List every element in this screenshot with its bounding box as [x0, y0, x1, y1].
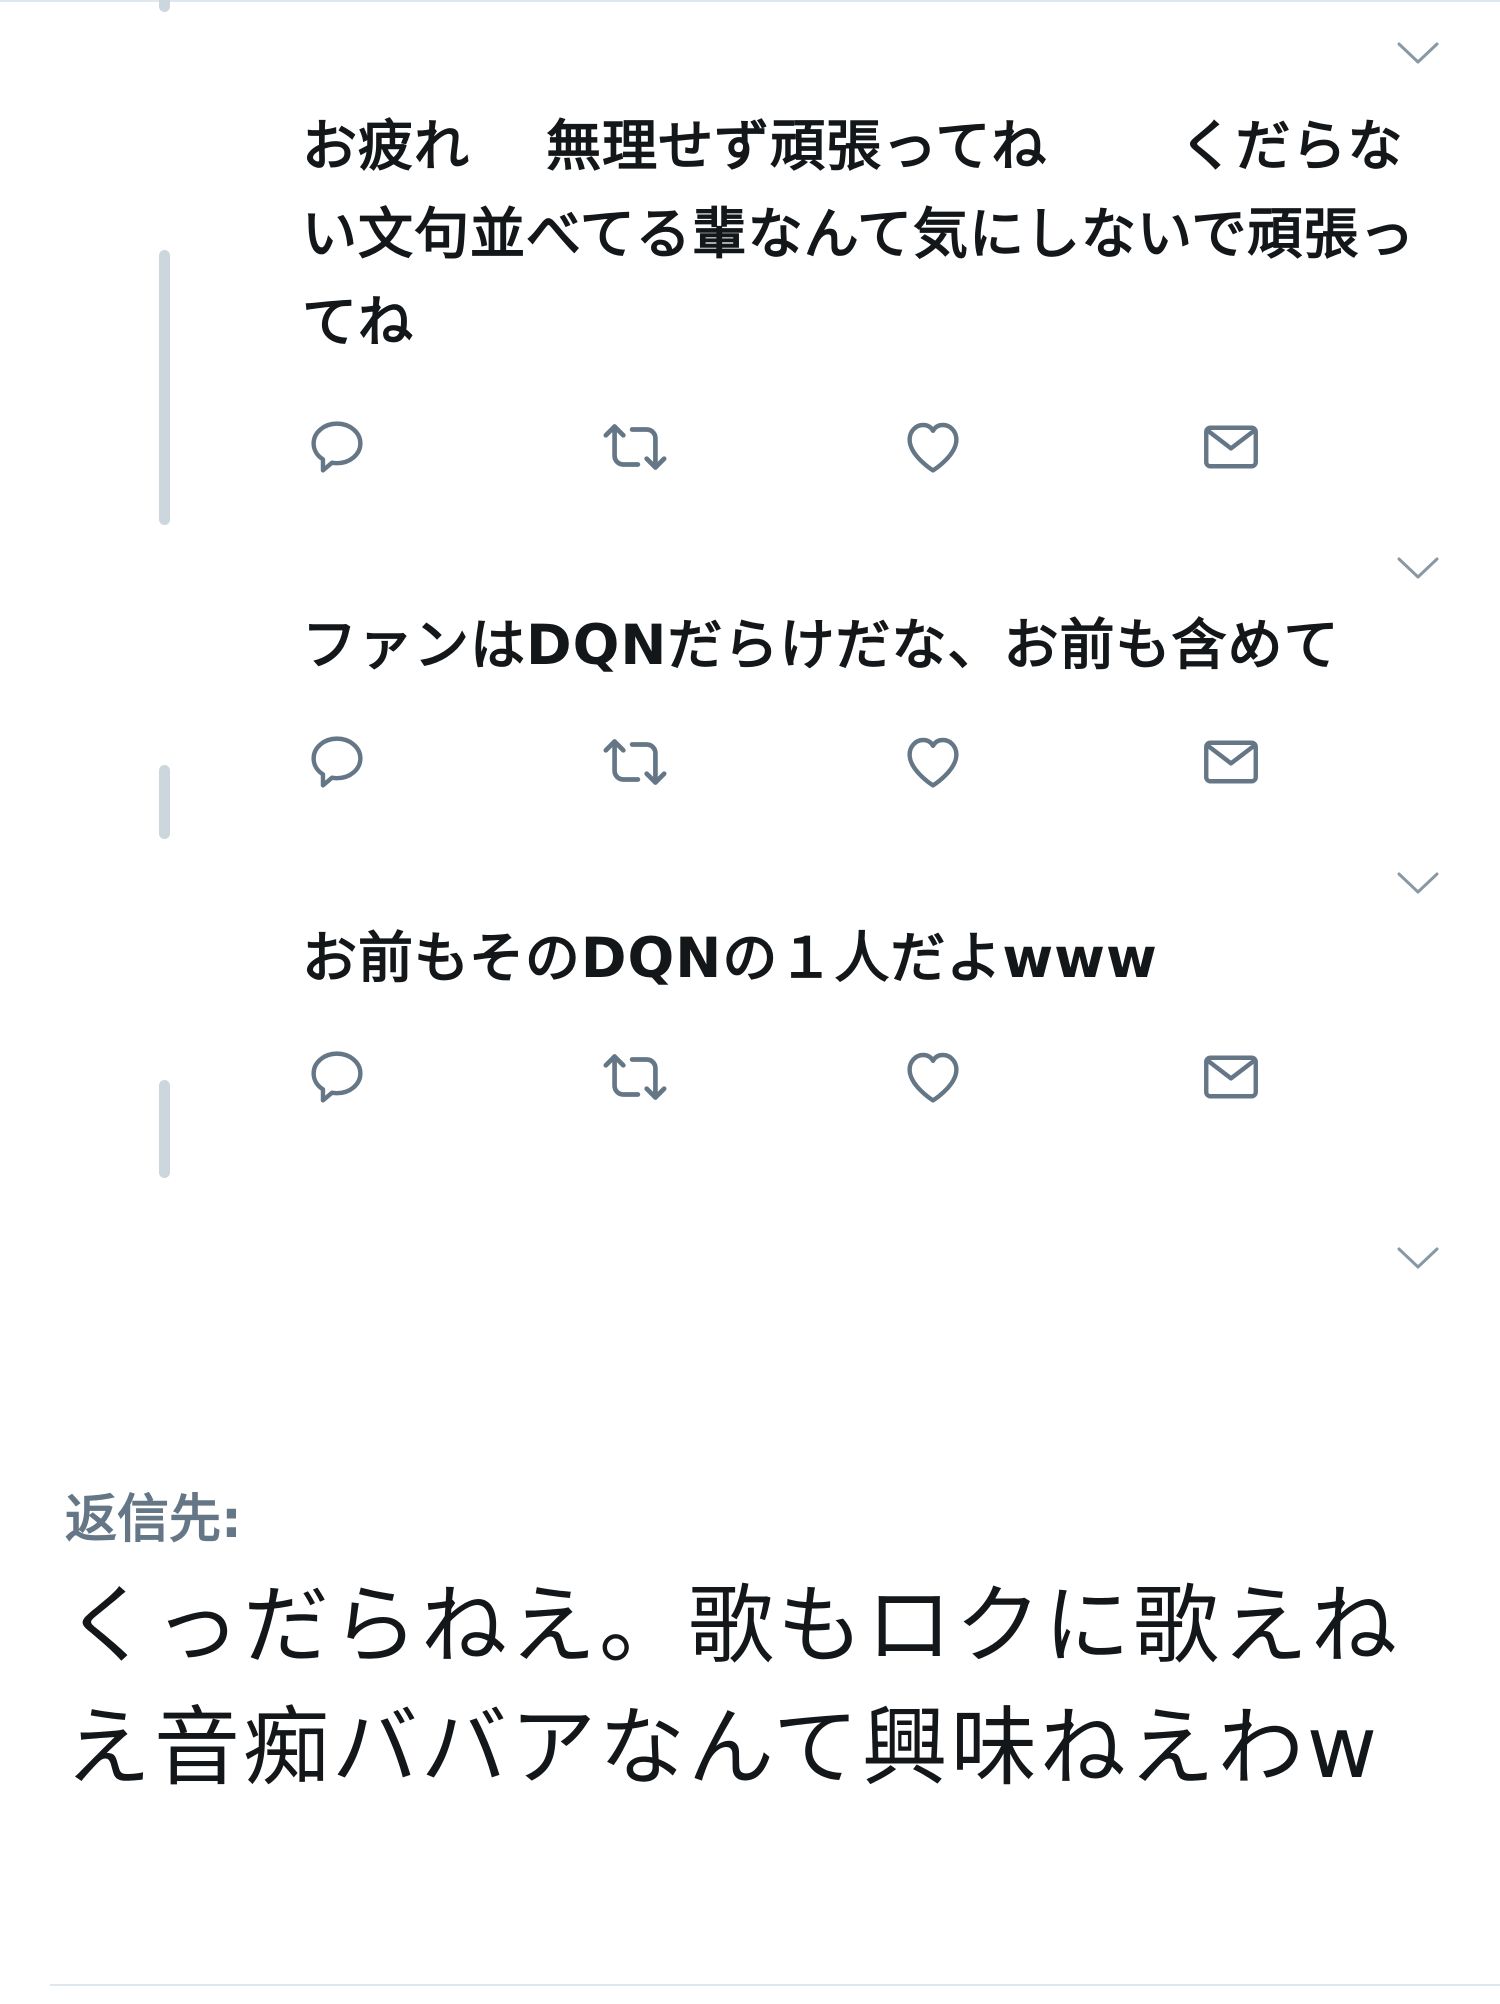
tweet-1-text: お疲れ 無理せず頑張ってね くだらない文句並べてる輩なんて気にしないで頑張ってね	[302, 114, 1416, 354]
top-divider	[0, 0, 1500, 2]
retweet-icon[interactable]	[600, 1042, 670, 1112]
main-tweet-text: くっだらねえ。歌もロクに歌えねえ音痴ババアなんて興味ねえわw	[65, 1576, 1400, 1798]
main-tweet-more-chevron-down-icon[interactable]	[1396, 1245, 1440, 1271]
thread-line-top	[159, 0, 170, 12]
tweet-1-more-chevron-down-icon[interactable]	[1396, 40, 1440, 66]
tweet-3-actions	[302, 1042, 1282, 1112]
dm-icon[interactable]	[1196, 727, 1266, 797]
reply-icon[interactable]	[302, 727, 372, 797]
reply-icon[interactable]	[302, 1042, 372, 1112]
retweet-icon[interactable]	[600, 727, 670, 797]
tweet-2-actions	[302, 727, 1282, 797]
dm-icon[interactable]	[1196, 1042, 1266, 1112]
tweet-3-more-chevron-down-icon[interactable]	[1396, 870, 1440, 896]
like-icon[interactable]	[898, 1042, 968, 1112]
like-icon[interactable]	[898, 727, 968, 797]
replying-to-label: 返信先:	[65, 1490, 242, 1550]
tweet-3-text: お前もそのDQNの１人だよwww	[302, 926, 1158, 990]
like-icon[interactable]	[898, 412, 968, 482]
tweet-2-text: ファンはDQNだらけだな、お前も含めて	[302, 613, 1340, 677]
bottom-divider	[50, 1984, 1500, 1986]
tweet-2-more-chevron-down-icon[interactable]	[1396, 555, 1440, 581]
retweet-icon[interactable]	[600, 412, 670, 482]
tweet-1-actions	[302, 412, 1282, 482]
dm-icon[interactable]	[1196, 412, 1266, 482]
thread-line	[159, 1080, 170, 1178]
thread-line	[159, 250, 170, 525]
reply-icon[interactable]	[302, 412, 372, 482]
thread-line	[159, 765, 170, 839]
